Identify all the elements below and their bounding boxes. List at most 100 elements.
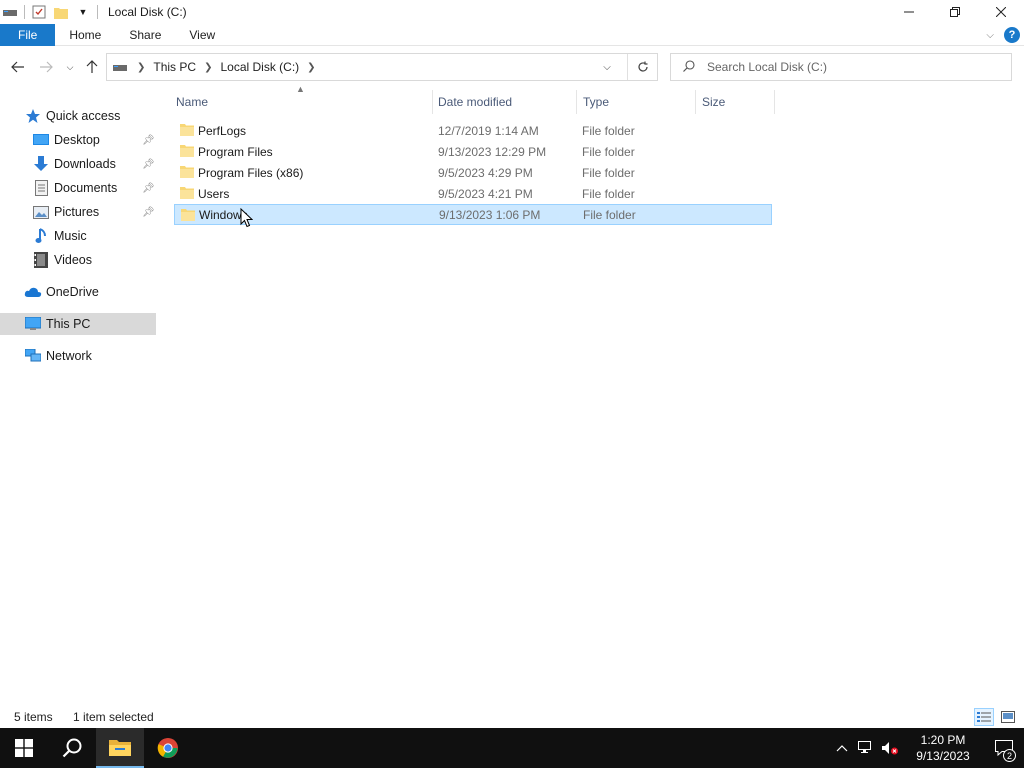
- search-input[interactable]: [707, 60, 987, 74]
- file-type: File folder: [583, 207, 636, 222]
- tab-share[interactable]: Share: [115, 24, 175, 46]
- network-tray-icon[interactable]: [854, 728, 878, 768]
- computer-icon: [24, 315, 42, 333]
- column-header-name[interactable]: Name: [176, 90, 432, 114]
- recent-locations-dropdown[interactable]: ⌵: [60, 52, 80, 82]
- file-row-perflogs[interactable]: PerfLogs 12/7/2019 1:14 AM File folder: [174, 120, 772, 141]
- back-button[interactable]: [6, 52, 30, 82]
- clock-time: 1:20 PM: [920, 733, 966, 747]
- sidebar-item-documents[interactable]: Documents 📌︎: [32, 177, 156, 199]
- breadcrumb-local-disk[interactable]: Local Disk (C:): [220, 60, 299, 74]
- column-divider[interactable]: [432, 90, 433, 114]
- forward-button[interactable]: [34, 52, 58, 82]
- chevron-up-icon[interactable]: [830, 728, 854, 768]
- sidebar-item-music[interactable]: Music: [32, 225, 156, 247]
- pin-icon[interactable]: 📌︎: [142, 183, 155, 194]
- minimize-button[interactable]: [886, 0, 932, 24]
- clock[interactable]: 1:20 PM 9/13/2023: [902, 732, 984, 764]
- star-icon: [24, 107, 42, 125]
- details-view-button[interactable]: [974, 708, 994, 726]
- file-row-program-files[interactable]: Program Files 9/13/2023 12:29 PM File fo…: [174, 141, 772, 162]
- tab-view[interactable]: View: [175, 24, 229, 46]
- folder-icon: [109, 740, 131, 756]
- up-button[interactable]: [80, 52, 104, 82]
- column-divider[interactable]: [576, 90, 577, 114]
- folder-icon: [180, 166, 194, 178]
- chrome-icon: [157, 738, 178, 758]
- sidebar-item-this-pc[interactable]: This PC: [0, 313, 156, 335]
- sidebar-item-videos[interactable]: Videos: [32, 249, 156, 271]
- customize-toolbar-icon[interactable]: ▼: [75, 4, 91, 20]
- status-bar: 5 items 1 item selected: [0, 706, 1024, 728]
- item-count: 5 items: [14, 710, 53, 724]
- chevron-right-icon[interactable]: ❯: [137, 62, 145, 73]
- sidebar-item-label: Desktop: [54, 133, 100, 147]
- system-tray: 1:20 PM 9/13/2023 2: [830, 728, 1024, 768]
- navigation-pane: Quick access Desktop 📌︎ Downloads 📌︎ Doc…: [0, 90, 160, 690]
- ribbon-right-controls: ⌵ ?: [986, 24, 1020, 46]
- download-icon: [32, 155, 50, 173]
- new-folder-icon[interactable]: [53, 4, 69, 20]
- pictures-icon: [32, 203, 50, 221]
- videos-icon: [32, 251, 50, 269]
- column-header-label: Name: [176, 95, 209, 109]
- file-row-windows[interactable]: Windows 9/13/2023 1:06 PM File folder: [174, 204, 772, 225]
- restore-button[interactable]: [932, 0, 978, 24]
- large-icons-view-button[interactable]: [998, 708, 1018, 726]
- file-row-program-files-x86[interactable]: Program Files (x86) 9/5/2023 4:29 PM Fil…: [174, 162, 772, 183]
- mouse-cursor-icon: [240, 208, 253, 228]
- column-divider[interactable]: [695, 90, 696, 114]
- column-header-date-modified[interactable]: Date modified: [438, 90, 576, 114]
- sidebar-item-pictures[interactable]: Pictures 📌︎: [32, 201, 156, 223]
- file-explorer-taskbar-button[interactable]: [96, 728, 144, 768]
- file-row-users[interactable]: Users 9/5/2023 4:21 PM File folder: [174, 183, 772, 204]
- this-pc-small-icon: [113, 61, 129, 73]
- selection-count: 1 item selected: [73, 710, 154, 724]
- sidebar-item-desktop[interactable]: Desktop 📌︎: [32, 129, 156, 151]
- title-bar: ▼ Local Disk (C:): [0, 0, 1024, 24]
- file-type: File folder: [582, 144, 635, 159]
- refresh-button[interactable]: [627, 54, 657, 80]
- sidebar-item-onedrive[interactable]: OneDrive: [24, 281, 156, 303]
- sidebar-item-network[interactable]: Network: [24, 345, 156, 367]
- sidebar-item-label: This PC: [46, 317, 91, 331]
- view-switcher: [974, 708, 1018, 726]
- sidebar-item-label: Pictures: [54, 205, 100, 219]
- window-title: Local Disk (C:): [108, 5, 187, 19]
- chevron-right-icon[interactable]: ❯: [204, 62, 212, 73]
- column-header-label: Type: [583, 95, 610, 109]
- file-date: 9/13/2023 12:29 PM: [438, 144, 547, 159]
- column-header-type[interactable]: Type: [583, 90, 695, 114]
- search-taskbar-button[interactable]: [48, 728, 96, 768]
- expand-ribbon-icon[interactable]: ⌵: [986, 30, 994, 41]
- search-box[interactable]: [670, 53, 1012, 81]
- tab-home[interactable]: Home: [55, 24, 115, 46]
- volume-muted-icon[interactable]: [878, 728, 902, 768]
- chevron-right-icon[interactable]: ❯: [307, 62, 315, 73]
- sidebar-item-downloads[interactable]: Downloads 📌︎: [32, 153, 156, 175]
- file-type: File folder: [582, 123, 635, 138]
- pin-icon[interactable]: 📌︎: [142, 159, 155, 170]
- file-name: Program Files (x86): [198, 165, 304, 180]
- file-date: 9/5/2023 4:21 PM: [438, 186, 533, 201]
- close-button[interactable]: [978, 0, 1024, 24]
- cloud-icon: [24, 283, 42, 301]
- sidebar-item-quick-access[interactable]: Quick access: [24, 105, 156, 127]
- pin-icon[interactable]: 📌︎: [142, 135, 155, 146]
- column-header-label: Date modified: [438, 95, 513, 109]
- address-history-dropdown[interactable]: ⌵: [597, 54, 617, 80]
- tab-file[interactable]: File: [0, 23, 56, 46]
- music-icon: [32, 227, 50, 245]
- folder-icon: [180, 145, 194, 157]
- pin-icon[interactable]: 📌︎: [142, 207, 155, 218]
- column-header-size[interactable]: Size: [702, 90, 774, 114]
- action-center-button[interactable]: 2: [984, 728, 1024, 768]
- properties-icon[interactable]: [31, 4, 47, 20]
- help-icon[interactable]: ?: [1004, 27, 1020, 43]
- chrome-taskbar-button[interactable]: [144, 728, 192, 768]
- breadcrumb-this-pc[interactable]: This PC: [153, 60, 196, 74]
- notification-count-badge: 2: [1003, 749, 1016, 762]
- address-bar[interactable]: ❯ This PC ❯ Local Disk (C:) ❯ ⌵: [106, 53, 658, 81]
- start-button[interactable]: [0, 728, 48, 768]
- column-divider[interactable]: [774, 90, 775, 114]
